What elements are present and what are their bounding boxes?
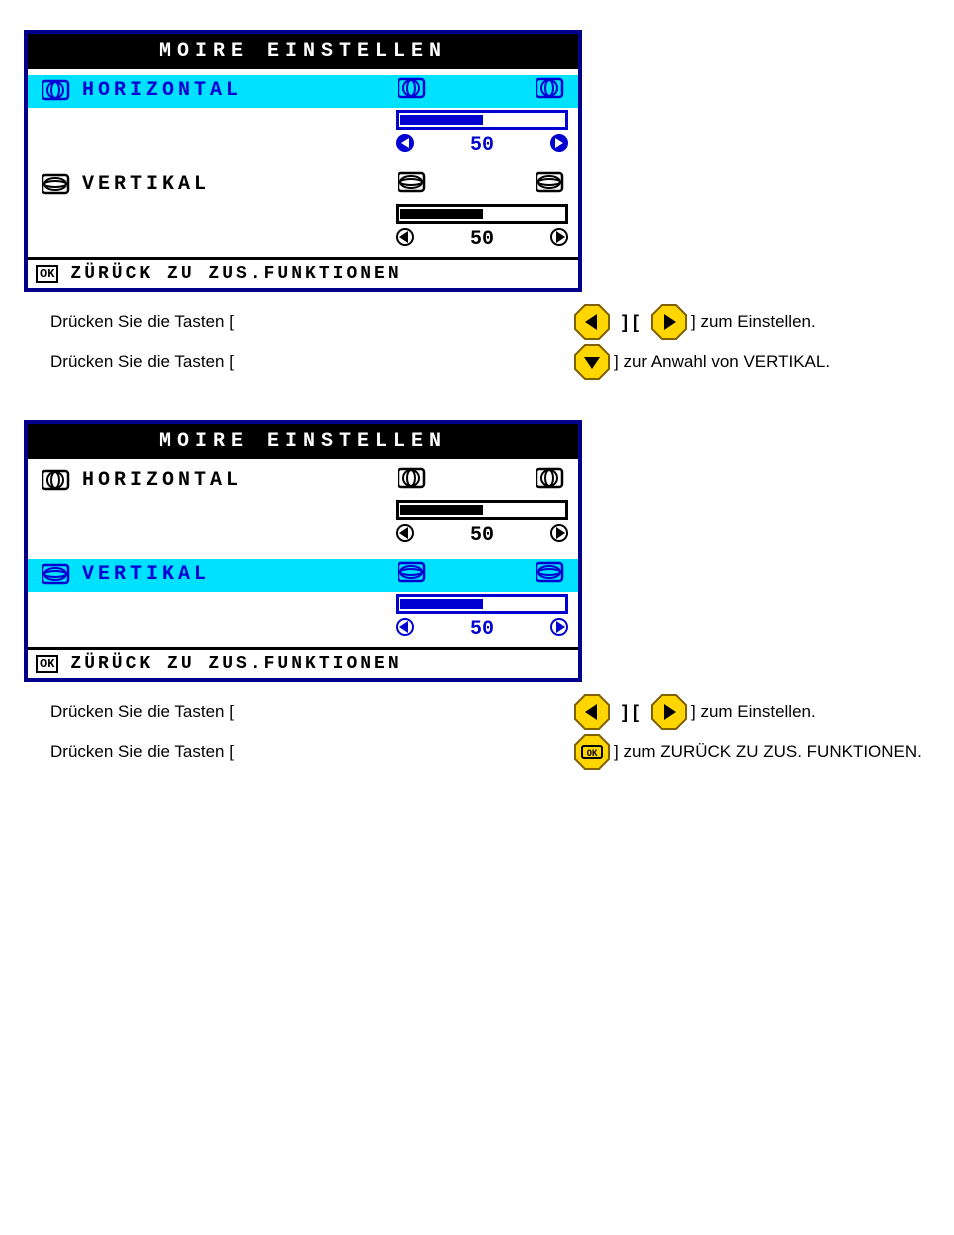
osd-footer[interactable]: OK ZÜRÜCK ZU ZUS.FUNKTIONEN [28,257,578,288]
ok-icon: OK [36,655,58,673]
menu-item-vertical[interactable]: VERTIKAL [28,559,578,592]
decrease-icon[interactable] [396,228,414,251]
hmoire-icon [28,465,80,491]
footer-label: ZÜRÜCK ZU ZUS.FUNKTIONEN [70,264,401,284]
slider-horizontal[interactable] [396,110,568,130]
vmoire-icon [398,561,428,588]
slider-value: 50 [470,618,494,641]
increase-icon[interactable] [550,524,568,547]
slider-horizontal[interactable] [396,500,568,520]
menu-item-vertical[interactable]: VERTIKAL [28,169,578,202]
right-button-icon [651,304,687,340]
ok-button-icon: OK [574,734,610,770]
slider-vertical[interactable] [396,204,568,224]
menu-item-label: VERTIKAL [80,169,396,200]
left-button-icon [574,304,610,340]
vmoire-icon [398,171,428,198]
increase-icon[interactable] [550,228,568,251]
right-button-icon [651,694,687,730]
svg-text:OK: OK [587,749,598,759]
increase-icon[interactable] [550,134,568,157]
hmoire-icon [28,75,80,101]
menu-item-label: VERTIKAL [80,559,396,590]
menu-item-label: HORIZONTAL [80,75,396,106]
decrease-icon[interactable] [396,134,414,157]
slider-value: 50 [470,524,494,547]
osd-title: MOIRE EINSTELLEN [28,34,578,69]
left-button-icon [574,694,610,730]
osd-panel-1: MOIRE EINSTELLEN HORIZONTAL [24,30,582,292]
vmoire-icon [28,559,80,585]
menu-item-horizontal[interactable]: HORIZONTAL [28,465,578,498]
hmoire-icon [398,467,428,494]
vmoire-icon [28,169,80,195]
down-button-icon [574,344,610,380]
osd-panel-2: MOIRE EINSTELLEN HORIZONTAL [24,420,582,682]
osd-title: MOIRE EINSTELLEN [28,424,578,459]
instruction-text: Drücken Sie die Tasten [ ] [ ] zum Einst… [50,694,930,730]
osd-footer[interactable]: OK ZÜRÜCK ZU ZUS.FUNKTIONEN [28,647,578,678]
slider-vertical[interactable] [396,594,568,614]
slider-value: 50 [470,134,494,157]
menu-item-horizontal[interactable]: HORIZONTAL [28,75,578,108]
slider-value: 50 [470,228,494,251]
instruction-text: Drücken Sie die Tasten [ ] [ ] zum Einst… [50,304,930,340]
vmoire-icon [536,171,566,198]
hmoire-icon [536,467,566,494]
decrease-icon[interactable] [396,618,414,641]
menu-item-label: HORIZONTAL [80,465,396,496]
footer-label: ZÜRÜCK ZU ZUS.FUNKTIONEN [70,654,401,674]
instruction-text: Drücken Sie die Tasten [ OK ] zum ZURÜCK… [50,734,930,770]
hmoire-icon [536,77,566,104]
hmoire-icon [398,77,428,104]
ok-icon: OK [36,265,58,283]
instruction-text: Drücken Sie die Tasten [ ] zur Anwahl vo… [50,344,930,380]
increase-icon[interactable] [550,618,568,641]
vmoire-icon [536,561,566,588]
decrease-icon[interactable] [396,524,414,547]
